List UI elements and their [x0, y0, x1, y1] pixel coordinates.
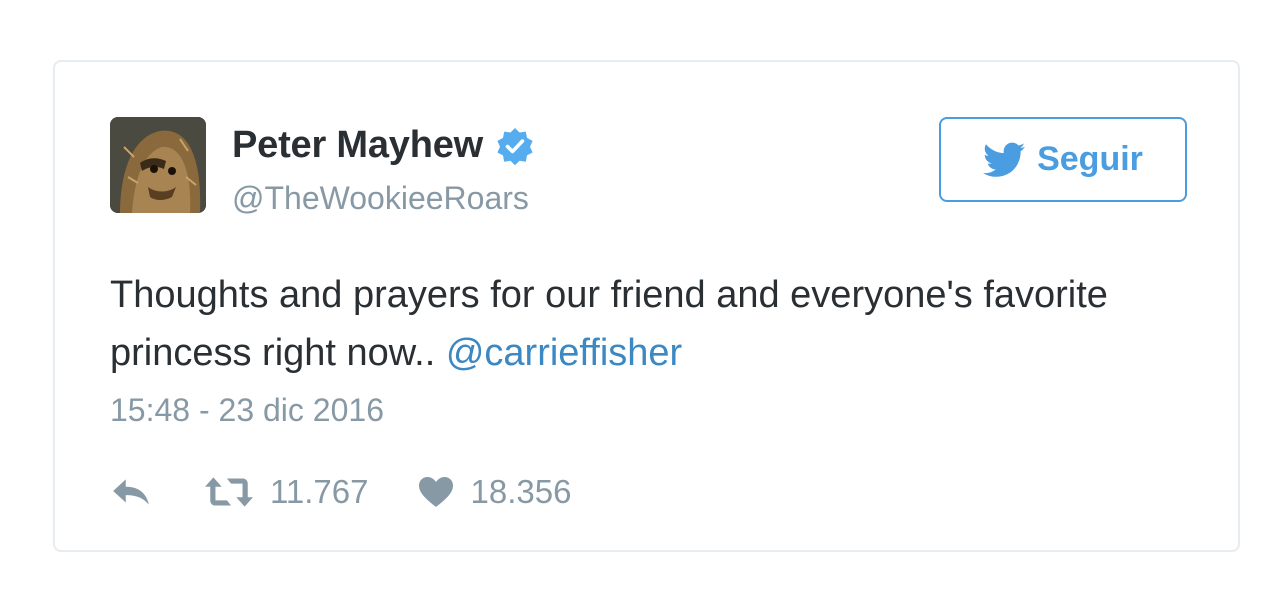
follow-button-label: Seguir — [1037, 140, 1143, 178]
tweet-timestamp[interactable]: 15:48 - 23 dic 2016 — [110, 392, 384, 429]
tweet-card: Peter Mayhew @TheWookieeRoars Seguir Tho… — [53, 60, 1240, 552]
avatar[interactable] — [110, 117, 206, 213]
display-name[interactable]: Peter Mayhew — [232, 124, 483, 167]
reply-icon — [113, 479, 149, 505]
like-button[interactable]: 18.356 — [418, 473, 571, 511]
retweet-count: 11.767 — [270, 473, 369, 510]
heart-icon — [419, 477, 454, 507]
retweet-icon — [205, 477, 253, 507]
tweet-text: Thoughts and prayers for our friend and … — [110, 266, 1190, 382]
mention-link[interactable]: @carrieffisher — [446, 332, 682, 374]
retweet-button[interactable]: 11.767 — [204, 473, 368, 511]
follow-button[interactable]: Seguir — [939, 117, 1187, 202]
verified-badge-icon — [495, 126, 535, 166]
user-handle[interactable]: @TheWookieeRoars — [232, 180, 529, 217]
twitter-bird-icon — [983, 142, 1026, 178]
name-row: Peter Mayhew — [232, 124, 535, 167]
like-count: 18.356 — [470, 473, 572, 510]
chewbacca-avatar-icon — [110, 117, 206, 213]
reply-button[interactable] — [110, 476, 152, 508]
tweet-actions: 11.767 18.356 — [110, 470, 571, 514]
